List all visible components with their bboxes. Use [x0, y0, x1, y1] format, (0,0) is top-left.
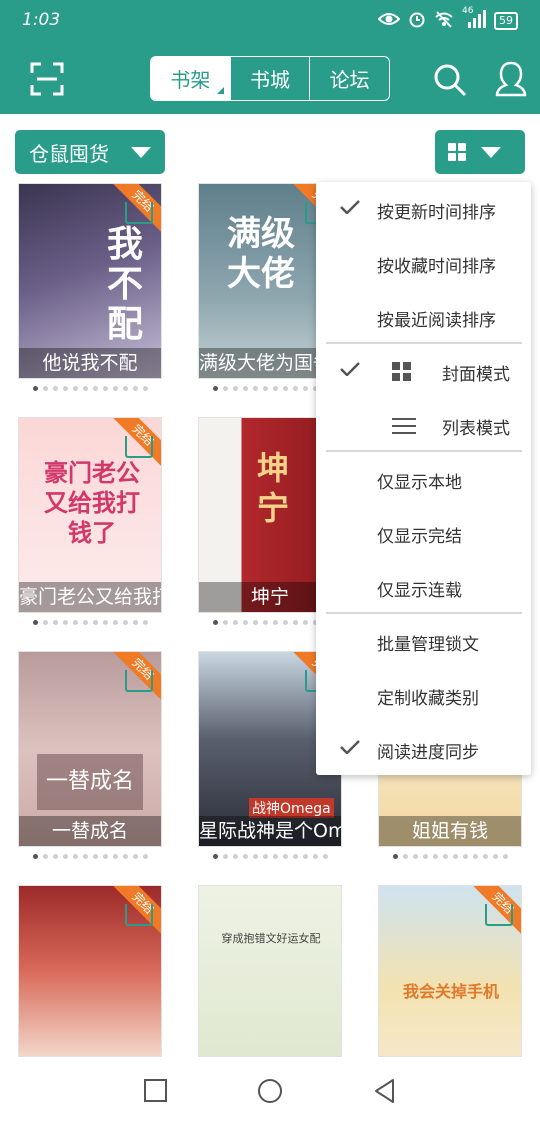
home-icon[interactable] — [257, 1078, 283, 1104]
view-options-menu: 按更新时间排序 按收藏时间排序 按最近阅读排序 封面模式 列表模式 仅显示本地 … — [316, 182, 531, 775]
user-icon — [495, 61, 527, 97]
book-card[interactable]: 我会关掉手机 完结 — [378, 885, 522, 1057]
menu-item-label: 仅显示连载 — [377, 581, 462, 601]
bookmark-icon — [485, 904, 513, 926]
grid-view-icon — [448, 143, 466, 161]
page-dots — [18, 854, 162, 862]
check-icon — [340, 740, 360, 754]
book-cover: 我会关掉手机 完结 — [378, 885, 522, 1057]
status-bar: 1:03 46 59 — [0, 0, 540, 44]
menu-item-list-mode[interactable]: 列表模式 — [316, 398, 531, 452]
menu-item-sort-update-time[interactable]: 按更新时间排序 — [316, 182, 531, 236]
bookmark-icon — [125, 202, 153, 224]
book-title: 姐姐有钱 — [379, 816, 521, 846]
cover-art-text: 豪门老公又给我打钱了 — [44, 458, 140, 547]
book-card[interactable]: 我不配 完结 他说我不配 — [18, 183, 162, 394]
profile-button[interactable] — [494, 60, 528, 98]
menu-item-show-ongoing[interactable]: 仅显示连载 — [316, 560, 531, 614]
menu-item-label: 阅读进度同步 — [377, 743, 479, 763]
status-time: 1:03 — [22, 10, 61, 30]
book-title: 一替成名 — [19, 816, 161, 846]
scan-button[interactable] — [30, 62, 64, 96]
menu-item-cover-mode[interactable]: 封面模式 — [316, 344, 531, 398]
check-icon — [340, 362, 360, 376]
book-title: 豪门老公又给我打钱了 — [19, 582, 161, 612]
cover-art-text: 一替成名 — [37, 754, 143, 810]
tab-forum[interactable]: 论坛 — [309, 57, 389, 100]
book-card[interactable]: 穿成抱错文好运女配 — [198, 885, 342, 1057]
book-cover: 穿成抱错文好运女配 — [198, 885, 342, 1057]
search-icon — [434, 64, 467, 97]
cover-art-text: 我会关掉手机 — [402, 982, 499, 1001]
grid-view-icon — [392, 362, 411, 381]
menu-item-label: 仅显示本地 — [377, 473, 462, 493]
book-cover: 豪门老公又给我打钱了 完结 豪门老公又给我打钱了 — [18, 417, 162, 613]
menu-item-label: 封面模式 — [442, 365, 510, 385]
menu-item-label: 定制收藏类别 — [377, 689, 479, 709]
book-cover: 我不配 完结 他说我不配 — [18, 183, 162, 379]
page-dots — [378, 854, 522, 862]
chevron-down-icon — [131, 147, 151, 158]
menu-item-sync-progress[interactable]: 阅读进度同步 — [316, 722, 531, 776]
cover-art-text: 我不配 — [107, 223, 144, 345]
status-icons: 46 59 — [377, 6, 518, 32]
menu-item-batch-manage[interactable]: 批量管理锁文 — [316, 614, 531, 668]
bookmark-icon — [125, 904, 153, 926]
alarm-icon — [408, 10, 426, 32]
menu-item-label: 按最近阅读排序 — [377, 311, 496, 331]
menu-item-label: 按更新时间排序 — [377, 203, 496, 223]
view-options-dropdown[interactable] — [435, 130, 525, 174]
list-view-icon — [392, 418, 416, 434]
back-icon[interactable] — [372, 1078, 398, 1104]
book-cover: 完结 — [18, 885, 162, 1057]
book-card[interactable]: 完结 — [18, 885, 162, 1057]
cover-art-text: 战神Omega — [249, 798, 334, 818]
menu-item-sort-favorite-time[interactable]: 按收藏时间排序 — [316, 236, 531, 290]
menu-item-sort-recent-read[interactable]: 按最近阅读排序 — [316, 290, 531, 344]
book-cover: 一替成名 完结 一替成名 — [18, 651, 162, 847]
menu-item-show-local[interactable]: 仅显示本地 — [316, 452, 531, 506]
menu-item-label: 批量管理锁文 — [377, 635, 479, 655]
search-button[interactable] — [432, 62, 468, 98]
book-card[interactable]: 豪门老公又给我打钱了 完结 豪门老公又给我打钱了 — [18, 417, 162, 628]
scan-icon — [30, 62, 64, 96]
menu-item-label: 仅显示完结 — [377, 527, 462, 547]
battery-indicator: 59 — [494, 12, 518, 30]
category-dropdown[interactable]: 仓鼠囤货 — [15, 130, 165, 174]
tab-bookshelf[interactable]: 书架 — [151, 57, 230, 100]
book-title: 星际战神是个Omega — [199, 816, 341, 846]
tab-bookstore[interactable]: 书城 — [229, 57, 310, 100]
cover-art-text: 满级大佬 — [227, 214, 295, 294]
menu-item-label: 列表模式 — [442, 419, 510, 439]
bookmark-icon — [125, 436, 153, 458]
chevron-down-icon — [481, 147, 501, 158]
category-label: 仓鼠囤货 — [29, 141, 109, 166]
wifi-off-icon — [434, 10, 454, 32]
menu-item-label: 按收藏时间排序 — [377, 257, 496, 277]
main-tabs: 书架 书城 论坛 — [150, 56, 390, 101]
eye-icon — [377, 11, 401, 31]
cover-art-text: 穿成抱错文好运女配 — [221, 932, 321, 945]
book-card[interactable]: 一替成名 完结 一替成名 — [18, 651, 162, 862]
check-icon — [340, 200, 360, 214]
bookmark-icon — [125, 670, 153, 692]
cover-art-text: 坤宁 — [257, 449, 290, 527]
page-dots — [198, 854, 342, 862]
cell-signal-icon: 46 — [462, 6, 486, 32]
signal-type-label: 46 — [462, 6, 474, 16]
recent-apps-icon[interactable] — [143, 1078, 169, 1104]
page-dots — [18, 386, 162, 394]
menu-item-custom-categories[interactable]: 定制收藏类别 — [316, 668, 531, 722]
system-nav-bar — [0, 1058, 540, 1122]
menu-item-show-completed[interactable]: 仅显示完结 — [316, 506, 531, 560]
book-title: 他说我不配 — [19, 348, 161, 378]
page-dots — [18, 620, 162, 628]
